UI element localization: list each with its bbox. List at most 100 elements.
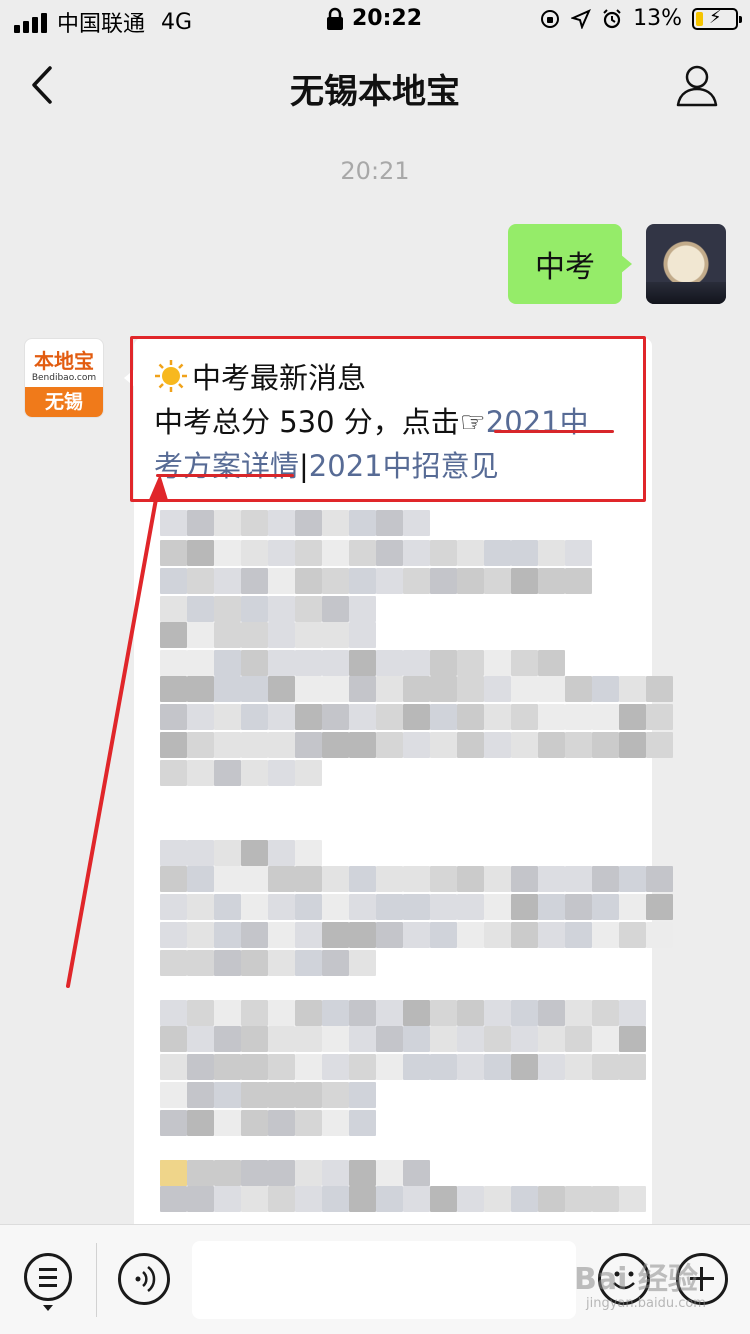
pixel-block [457, 1026, 484, 1052]
pixel-block [160, 568, 187, 594]
pixel-block [484, 866, 511, 892]
pixel-block [592, 866, 619, 892]
pixel-block [376, 1054, 403, 1080]
pixel-block [214, 840, 241, 866]
pixel-block [322, 866, 349, 892]
pixel-block [268, 732, 295, 758]
voice-icon[interactable] [118, 1253, 170, 1305]
self-avatar[interactable] [646, 224, 726, 304]
pixel-block [457, 866, 484, 892]
pixel-block [214, 676, 241, 702]
pixel-block [565, 894, 592, 920]
pixel-block [403, 866, 430, 892]
pixel-block [538, 1186, 565, 1212]
pixel-block [160, 676, 187, 702]
pixel-block [376, 510, 403, 536]
pixel-block [349, 650, 376, 676]
pixel-block [214, 510, 241, 536]
pixel-block [268, 622, 295, 648]
pixel-block [187, 704, 214, 730]
pixel-block [376, 650, 403, 676]
pixel-block [322, 1082, 349, 1108]
pixel-block [511, 704, 538, 730]
pixel-block [403, 510, 430, 536]
pixel-block [187, 894, 214, 920]
pixel-block [349, 676, 376, 702]
pixel-block [430, 1054, 457, 1080]
pixel-block [295, 1110, 322, 1136]
pixel-block [214, 1160, 241, 1186]
pixel-block [187, 650, 214, 676]
pixel-block [268, 596, 295, 622]
pixel-block [241, 922, 268, 948]
pixel-block [160, 866, 187, 892]
pixel-block [538, 704, 565, 730]
pixel-block [241, 1026, 268, 1052]
pixel-block [376, 732, 403, 758]
pixel-block [376, 1160, 403, 1186]
pixel-block [214, 950, 241, 976]
pixel-block [214, 650, 241, 676]
pixel-block [241, 540, 268, 566]
pixel-block [241, 596, 268, 622]
pixel-block [268, 1160, 295, 1186]
pixel-block [295, 866, 322, 892]
pixel-block [295, 540, 322, 566]
pixel-block [322, 704, 349, 730]
pixel-block [187, 596, 214, 622]
pixel-block [376, 894, 403, 920]
pixel-block [349, 1186, 376, 1212]
location-icon [571, 8, 592, 29]
pixel-block [214, 1110, 241, 1136]
pixel-block [322, 676, 349, 702]
pixel-block [241, 866, 268, 892]
time-label: 20:22 [352, 6, 423, 31]
pixel-block [241, 894, 268, 920]
pixel-block [214, 1000, 241, 1026]
carrier-label: 中国联通 [57, 12, 146, 37]
pixel-block [322, 568, 349, 594]
pixel-block [268, 950, 295, 976]
pixel-block [484, 894, 511, 920]
pixel-block [457, 540, 484, 566]
pixel-block [349, 1026, 376, 1052]
pixel-block [214, 704, 241, 730]
self-message-text: 中考 [535, 250, 595, 285]
pixel-block [187, 1054, 214, 1080]
message-input[interactable] [192, 1241, 576, 1319]
pixel-block [295, 1082, 322, 1108]
person-icon[interactable] [674, 62, 720, 108]
pixel-block [187, 676, 214, 702]
pixel-block [430, 922, 457, 948]
pixel-block [187, 866, 214, 892]
pixel-block [160, 950, 187, 976]
pixel-block [187, 1000, 214, 1026]
menu-icon[interactable] [24, 1253, 72, 1301]
pixel-block [538, 922, 565, 948]
pixel-block [403, 732, 430, 758]
pixel-block [376, 1026, 403, 1052]
self-message-bubble[interactable]: 中考 [508, 224, 632, 304]
pixel-block [160, 1110, 187, 1136]
pixel-block [268, 650, 295, 676]
bot-avatar[interactable]: 本地宝 Bendibao.com 无锡 [24, 338, 104, 418]
pixel-block [295, 1026, 322, 1052]
pixel-block [592, 922, 619, 948]
pixel-block [349, 732, 376, 758]
pixel-block [187, 1026, 214, 1052]
pixel-block [322, 894, 349, 920]
pixel-block [241, 1082, 268, 1108]
status-right: 13% ⚡ [539, 6, 742, 31]
pixel-block [430, 650, 457, 676]
pixel-block [349, 1160, 376, 1186]
pixel-block [538, 1000, 565, 1026]
pixel-block [565, 922, 592, 948]
pixel-block [295, 650, 322, 676]
pixel-block [511, 676, 538, 702]
pixel-block [457, 568, 484, 594]
pixel-block [241, 950, 268, 976]
pixel-block [160, 894, 187, 920]
pixel-block [187, 922, 214, 948]
pixel-block [349, 950, 376, 976]
watermark: Bai 经验 [574, 1262, 698, 1297]
